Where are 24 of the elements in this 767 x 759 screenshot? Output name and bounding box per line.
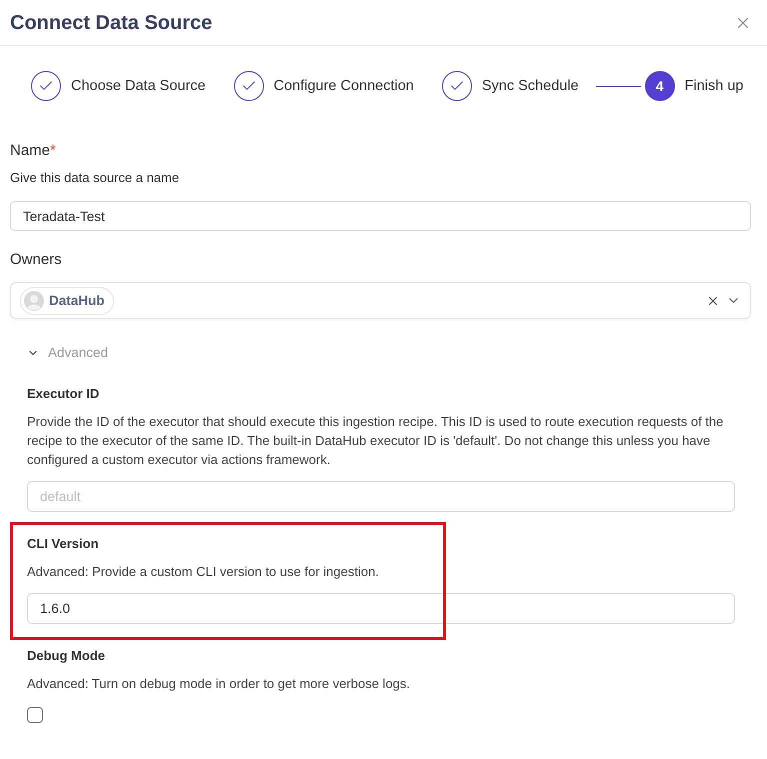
field-description: Advanced: Turn on debug mode in order to get more verbose logs. [27, 675, 412, 693]
required-asterisk: * [50, 141, 56, 161]
checkbox[interactable] [27, 707, 43, 723]
text-input[interactable]: default [27, 481, 735, 512]
field-label: Executor ID [27, 385, 100, 403]
step-label: Finish up [684, 78, 744, 94]
step-label: Choose Data Source [71, 78, 206, 94]
avatar-icon [24, 290, 44, 310]
owner-tag[interactable]: DataHub [20, 286, 114, 314]
field-description: Provide the ID of the executor that should execute this ingestion recipe. This ID is used to route execution requests of the recipe to the executor of the same ID. The built-in DataHub executor ID is 'default'. Do not change this unless you have configured a custom executor via actions framework. [27, 413, 724, 469]
name-input[interactable]: Teradata-Test [10, 201, 751, 231]
field-description: Advanced: Provide a custom CLI version to use for ingestion. [27, 563, 380, 581]
owners-select[interactable]: DataHub [10, 282, 751, 319]
step-label: Sync Schedule [482, 78, 579, 94]
text-input[interactable]: 1.6.0 [27, 593, 735, 624]
field-label: Name [10, 141, 50, 161]
step-number: 4 [644, 71, 675, 101]
field-label: Owners [10, 250, 62, 270]
owner-name: DataHub [49, 293, 105, 308]
field-label: CLI Version [27, 535, 100, 553]
step-label: Configure Connection [274, 78, 414, 94]
field-description: Give this data source a name [10, 169, 180, 187]
field-label: Debug Mode [27, 647, 106, 665]
dialog-title: Connect Data Source [10, 10, 212, 36]
